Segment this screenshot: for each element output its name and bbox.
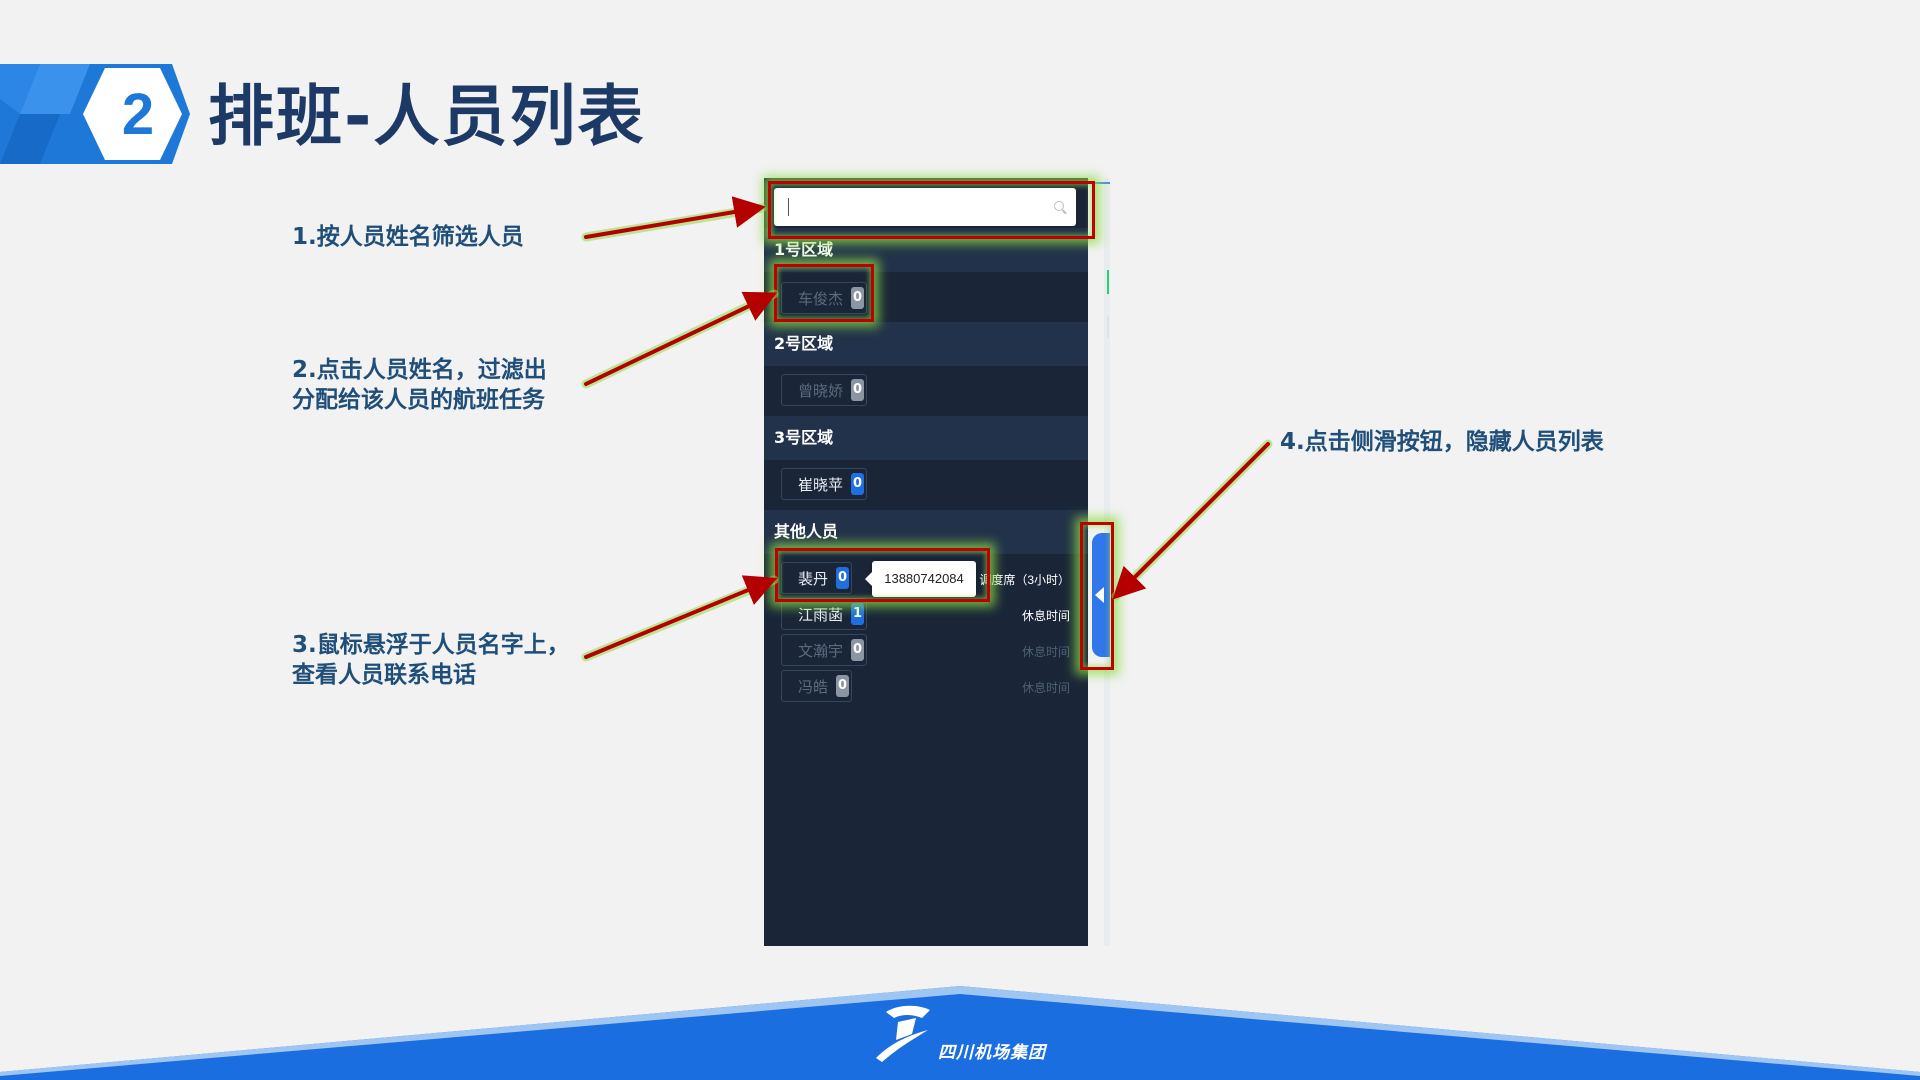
- highlight-person-click: [774, 264, 874, 322]
- group-header-zone-2: 2号区域: [764, 322, 1088, 366]
- group-header-zone-3: 3号区域: [764, 416, 1088, 460]
- highlight-search: [768, 181, 1095, 239]
- person-chip[interactable]: 崔晓苹 0: [781, 468, 868, 500]
- company-name: 四川机场集团: [938, 1043, 1046, 1063]
- edge-marker: [1107, 316, 1109, 338]
- task-count-badge: 0: [836, 675, 850, 697]
- highlight-person-hover: [775, 548, 990, 602]
- section-number: 2: [121, 81, 155, 147]
- company-logo-icon: [876, 1005, 930, 1062]
- task-count-badge: 0: [851, 379, 865, 401]
- person-name: 江雨菡: [798, 605, 844, 624]
- person-status: 休息时间: [1021, 609, 1070, 623]
- person-chip[interactable]: 江雨菡 1: [781, 598, 868, 630]
- person-status: 休息时间: [1021, 681, 1070, 695]
- person-status: 休息时间: [1021, 645, 1070, 659]
- highlight-side-button: [1080, 522, 1114, 670]
- task-count-badge: 0: [851, 473, 865, 495]
- person-status: 调度席（3小时）: [979, 573, 1070, 587]
- person-name: 文瀚宇: [798, 641, 844, 660]
- person-name: 曾晓娇: [798, 381, 844, 400]
- task-count-badge: 0: [851, 639, 865, 661]
- arrow-to-hover-chip: [584, 575, 778, 659]
- edge-marker: [1107, 270, 1109, 294]
- annotation-side-toggle: 4.点击侧滑按钮，隐藏人员列表: [1280, 429, 1604, 455]
- annotation-hover-phone: 3.鼠标悬浮于人员名字上， 查看人员联系电话: [292, 632, 570, 688]
- arrow-to-person-chip: [584, 291, 778, 386]
- annotation-click-name: 2.点击人员姓名，过滤出 分配给该人员的航班任务: [292, 357, 547, 413]
- person-chip[interactable]: 曾晓娇 0: [781, 374, 868, 406]
- person-name: 冯皓: [798, 677, 829, 696]
- page-title: 排班-人员列表: [208, 78, 646, 155]
- person-chip[interactable]: 文瀚宇 0: [781, 634, 868, 666]
- arrow-to-side-button: [1112, 442, 1270, 600]
- person-name: 崔晓苹: [798, 475, 844, 494]
- annotation-filter-by-name: 1.按人员姓名筛选人员: [292, 224, 524, 250]
- person-chip[interactable]: 冯皓 0: [781, 670, 853, 702]
- task-count-badge: 1: [851, 603, 865, 625]
- arrow-to-search: [584, 196, 766, 239]
